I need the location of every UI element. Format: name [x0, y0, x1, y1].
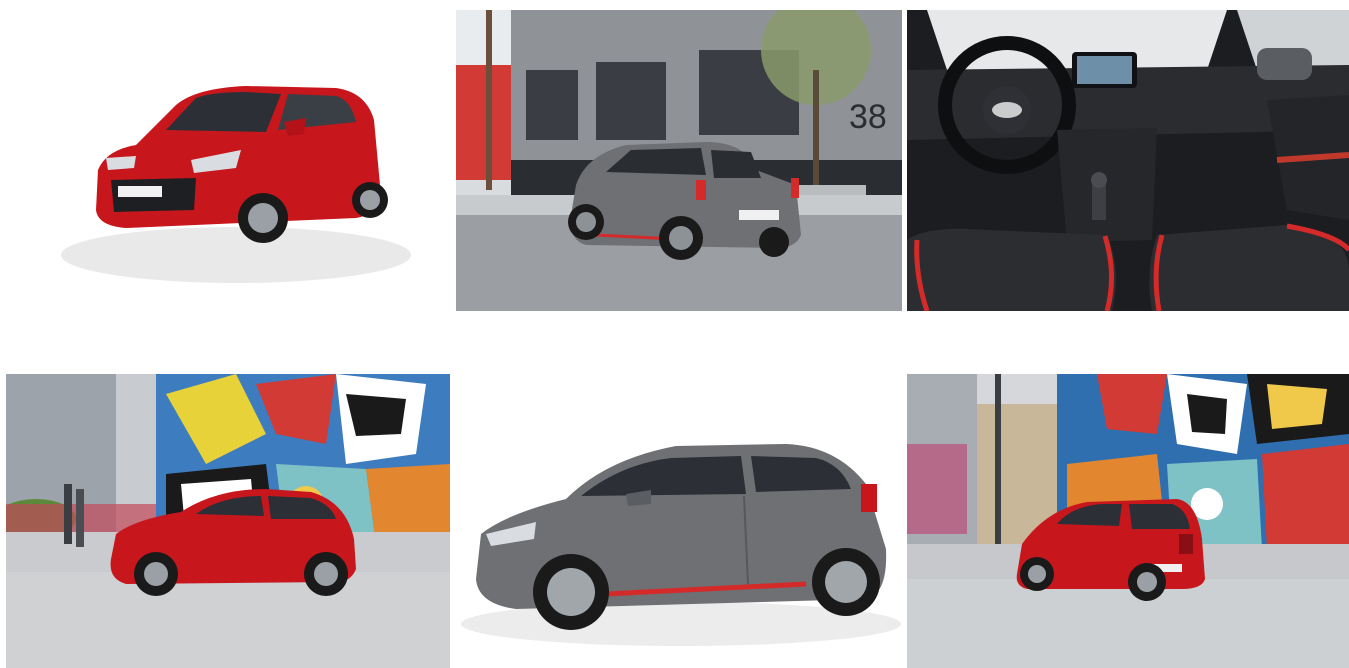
red-car-front-image	[6, 10, 450, 311]
gallery-image-red-front[interactable]	[6, 10, 450, 311]
gallery-image-red-side-mural[interactable]	[6, 374, 450, 668]
grey-car-street-image: 38	[456, 10, 902, 311]
interior-image	[907, 10, 1349, 311]
gallery-image-red-rear-mural[interactable]	[907, 374, 1349, 668]
red-car-rear-mural-image	[907, 374, 1349, 668]
grey-car-studio-image	[456, 374, 902, 668]
red-car-mural-image	[6, 374, 450, 668]
image-gallery: 38	[0, 0, 1349, 668]
gallery-image-grey-side-studio[interactable]	[456, 374, 902, 668]
gallery-image-grey-rear-street[interactable]: 38	[456, 10, 902, 311]
gallery-image-interior[interactable]	[907, 10, 1349, 311]
building-number-text: 38	[849, 98, 887, 136]
